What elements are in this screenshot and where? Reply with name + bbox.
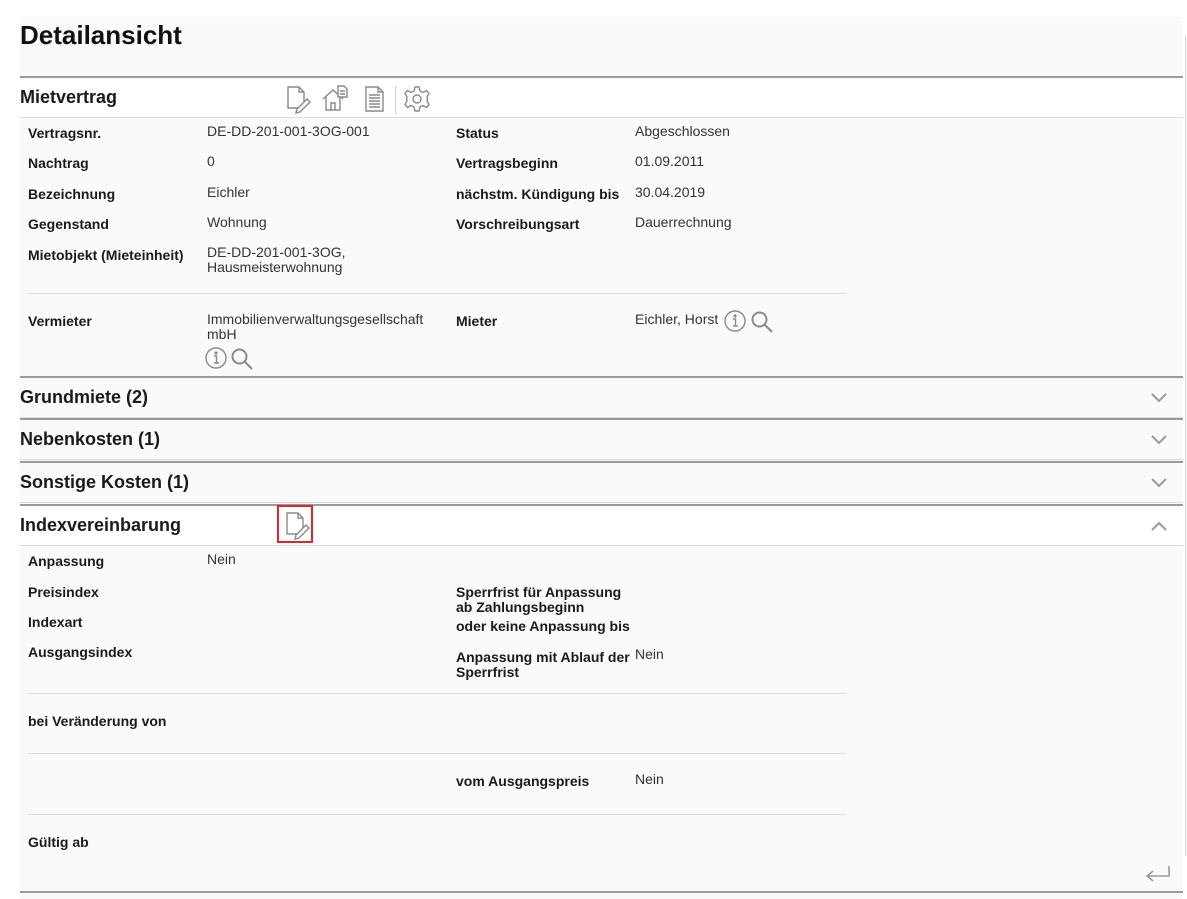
section-header-grundmiete[interactable]: Grundmiete (2) bbox=[20, 376, 1183, 418]
label-sperrfrist-line2: ab Zahlungsbeginn bbox=[456, 599, 585, 615]
section-title-nebenkosten: Nebenkosten (1) bbox=[20, 429, 161, 449]
search-icon[interactable] bbox=[230, 347, 254, 371]
label-gueltig-ab: Gültig ab bbox=[28, 834, 89, 850]
label-vertragsbeginn: Vertragsbeginn bbox=[456, 155, 558, 171]
value-vermieter-line2: mbH bbox=[207, 326, 237, 342]
value-status: Abgeschlossen bbox=[635, 123, 730, 139]
chevron-down-icon[interactable] bbox=[1149, 388, 1169, 408]
section-header-sonstige-kosten[interactable]: Sonstige Kosten (1) bbox=[20, 461, 1183, 503]
label-indexart: Indexart bbox=[28, 614, 83, 630]
section-title-grundmiete: Grundmiete (2) bbox=[20, 387, 149, 407]
label-nachtrag: Nachtrag bbox=[28, 155, 89, 171]
label-sperrfrist-line1: Sperrfrist für Anpassung bbox=[456, 584, 622, 600]
label-ausgangspreis: vom Ausgangspreis bbox=[456, 773, 590, 789]
section-title-indexvereinbarung: Indexvereinbarung bbox=[20, 515, 182, 535]
label-anpassung: Anpassung bbox=[28, 553, 105, 569]
value-nachtrag: 0 bbox=[207, 153, 215, 169]
return-icon[interactable] bbox=[1143, 862, 1173, 886]
info-icon[interactable] bbox=[723, 309, 747, 333]
chevron-up-icon[interactable] bbox=[1149, 516, 1169, 536]
divider bbox=[28, 814, 846, 815]
edit-document-icon[interactable] bbox=[282, 84, 312, 114]
value-gegenstand: Wohnung bbox=[207, 214, 267, 230]
label-mieter: Mieter bbox=[456, 313, 498, 329]
divider bbox=[28, 753, 846, 754]
label-keine-anpassung: oder keine Anpassung bis bbox=[456, 618, 630, 634]
label-preisindex: Preisindex bbox=[28, 584, 99, 600]
label-gegenstand: Gegenstand bbox=[28, 216, 109, 232]
toolbar-separator bbox=[395, 86, 396, 114]
label-vermieter: Vermieter bbox=[28, 313, 92, 329]
value-vertragsnr: DE-DD-201-001-3OG-001 bbox=[207, 123, 370, 139]
label-vertragsnr: Vertragsnr. bbox=[28, 125, 102, 141]
label-ausgangsindex: Ausgangsindex bbox=[28, 644, 133, 660]
section-header-indexvereinbarung[interactable]: Indexvereinbarung bbox=[20, 504, 1183, 546]
label-bezeichnung: Bezeichnung bbox=[28, 186, 116, 202]
chevron-down-icon[interactable] bbox=[1149, 473, 1169, 493]
value-vorschreibungsart: Dauerrechnung bbox=[635, 214, 732, 230]
scrollbar-track[interactable] bbox=[1185, 36, 1186, 856]
page: Detailansicht Mietvertrag Vertragsnr. DE… bbox=[0, 0, 1187, 899]
value-bezeichnung: Eichler bbox=[207, 184, 250, 200]
home-document-icon[interactable] bbox=[320, 84, 350, 114]
value-ausgangspreis: Nein bbox=[635, 771, 664, 787]
value-ablauf: Nein bbox=[635, 646, 664, 662]
label-veraenderung: bei Veränderung von bbox=[28, 713, 167, 729]
section-header-nebenkosten[interactable]: Nebenkosten (1) bbox=[20, 418, 1183, 460]
section-bottom-border bbox=[20, 891, 1183, 893]
value-vertragsbeginn: 01.09.2011 bbox=[635, 153, 705, 169]
section-title-mietvertrag: Mietvertrag bbox=[20, 87, 118, 107]
label-status: Status bbox=[456, 125, 499, 141]
selection-highlight bbox=[277, 505, 313, 543]
label-kuendigung: nächstm. Kündigung bis bbox=[456, 186, 620, 202]
value-mieter: Eichler, Horst bbox=[635, 311, 719, 327]
chevron-down-icon[interactable] bbox=[1149, 430, 1169, 450]
label-ablauf-line2: Sperrfrist bbox=[456, 664, 520, 680]
divider bbox=[28, 693, 846, 694]
value-vermieter-line1: Immobilienverwaltungsgesellschaft bbox=[207, 311, 424, 327]
value-anpassung: Nein bbox=[207, 551, 236, 567]
value-kuendigung: 30.04.2019 bbox=[635, 184, 706, 200]
label-mietobjekt: Mietobjekt (Mieteinheit) bbox=[28, 247, 184, 263]
label-vorschreibungsart: Vorschreibungsart bbox=[456, 216, 580, 232]
value-mietobjekt-line2: Hausmeisterwohnung bbox=[207, 259, 343, 275]
section-header-mietvertrag[interactable]: Mietvertrag bbox=[20, 76, 1183, 118]
info-icon[interactable] bbox=[204, 346, 228, 370]
gear-icon[interactable] bbox=[402, 84, 432, 114]
value-mietobjekt-line1: DE-DD-201-001-3OG, bbox=[207, 244, 346, 260]
label-ablauf-line1: Anpassung mit Ablauf der bbox=[456, 649, 630, 665]
page-title: Detailansicht bbox=[20, 20, 182, 50]
section-title-sonstige-kosten: Sonstige Kosten (1) bbox=[20, 472, 190, 492]
divider bbox=[28, 293, 846, 294]
document-icon[interactable] bbox=[360, 84, 390, 114]
search-icon[interactable] bbox=[750, 310, 774, 334]
